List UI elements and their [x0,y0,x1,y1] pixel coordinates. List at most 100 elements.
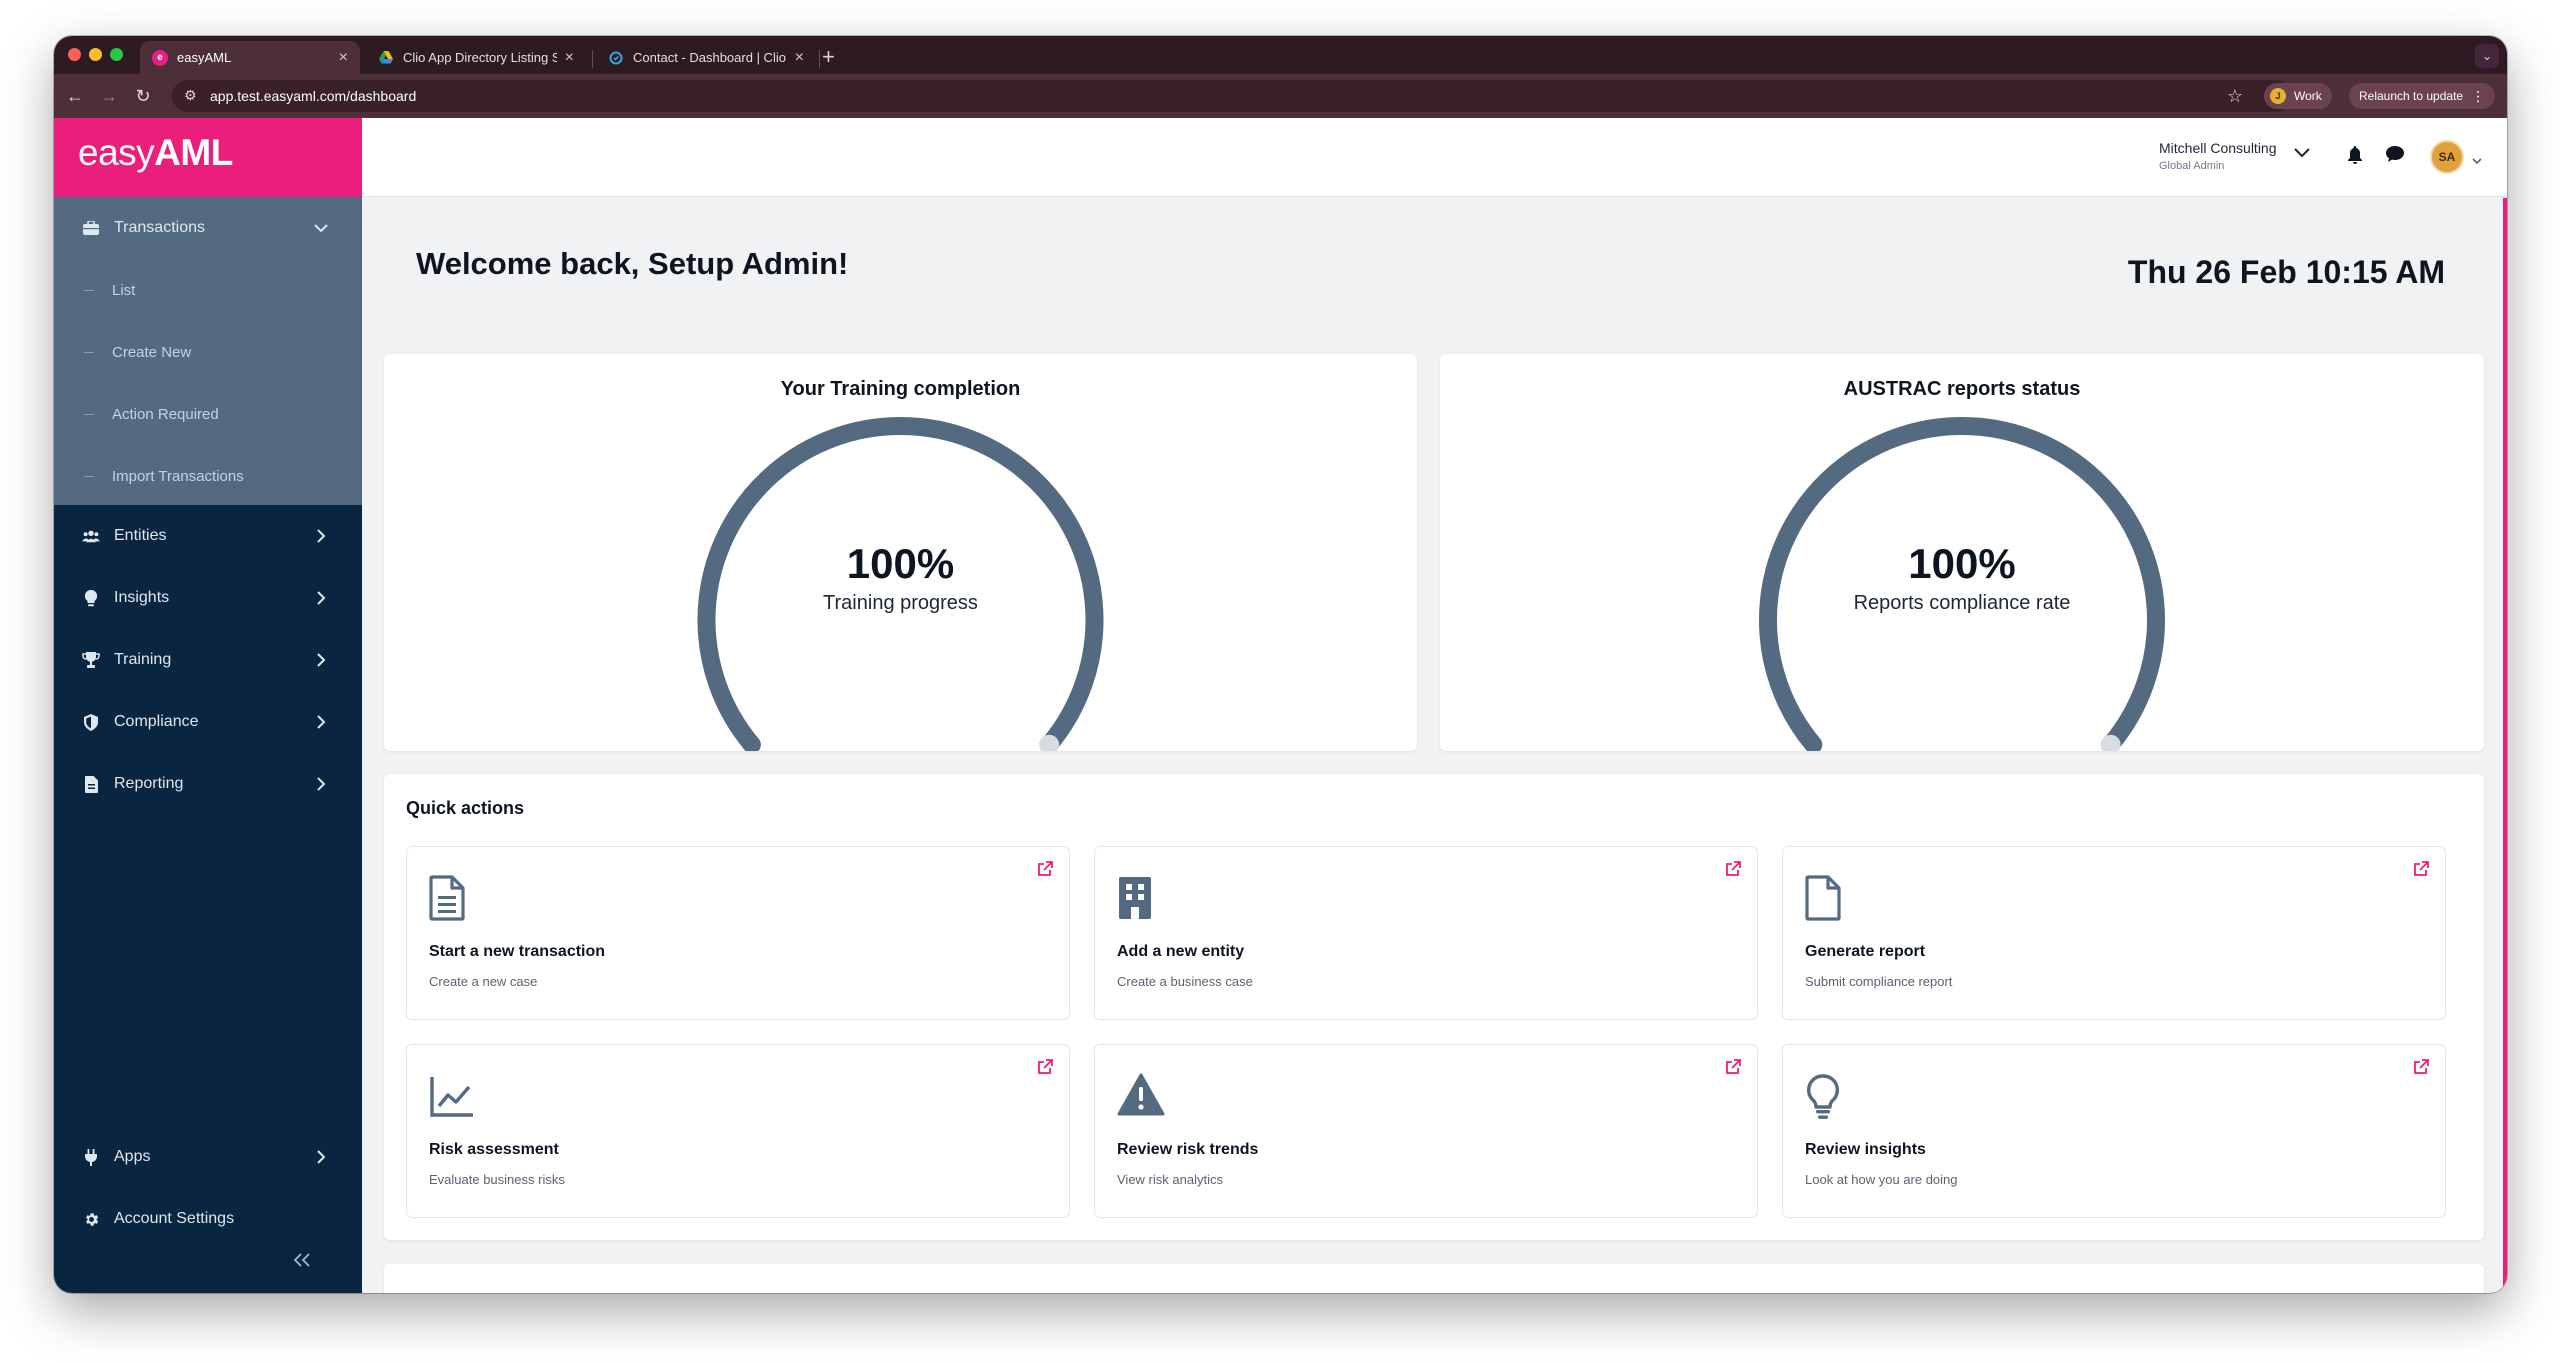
brand-header[interactable]: easyAML [54,118,362,197]
sidebar-item-training[interactable]: Training [54,629,362,691]
google-drive-favicon-icon [378,50,394,66]
site-settings-icon[interactable]: ⚙ [184,87,197,104]
external-link-icon[interactable] [2413,1059,2431,1077]
sidebar-subitem-action-required[interactable]: Action Required [54,383,362,445]
sidebar-item-compliance[interactable]: Compliance [54,691,362,753]
sidebar: easyAML Transactions List Create New Act… [54,118,362,1293]
bookmark-star-icon[interactable]: ☆ [2222,83,2248,109]
gauge-value: 100% [1908,540,2016,587]
training-completion-card: Your Training completion 100% Training p… [384,354,1417,751]
clio-favicon-icon [608,50,624,66]
gauge-value: 100% [846,540,955,587]
profile-label: Work [2294,89,2322,103]
sidebar-subitem-list[interactable]: List [54,259,362,321]
address-bar[interactable]: ⚙ app.test.easyaml.com/dashboard [172,80,2292,112]
trophy-icon [82,651,100,669]
sidebar-item-reporting[interactable]: Reporting [54,753,362,815]
browser-tab-bar: e easyAML × Clio App Directory Listing S… [54,36,2507,74]
app-header: Mitchell Consulting Global Admin SA [362,118,2507,197]
chevron-right-icon [312,651,330,669]
plug-icon [82,1148,100,1166]
chevron-down-icon[interactable] [2472,152,2484,165]
browser-tab-easyaml[interactable]: e easyAML × [140,41,360,74]
file-icon [1805,875,1845,923]
gauge-caption: Training progress [823,592,978,614]
current-datetime: Thu 26 Feb 10:15 AM [2127,254,2445,290]
users-icon [82,527,100,545]
welcome-heading: Welcome back, Setup Admin! [416,246,849,281]
close-tab-icon[interactable]: × [565,49,574,67]
austrac-reports-card: AUSTRAC reports status 100% Reports comp… [1440,354,2484,751]
easyaml-favicon-icon: e [152,49,168,66]
sidebar-subitem-import-transactions[interactable]: Import Transactions [54,445,362,507]
chevron-right-icon [312,775,330,793]
external-link-icon[interactable] [2413,861,2431,879]
quick-action-review-insights[interactable]: Review insights Look at how you are doin… [1782,1044,2446,1218]
sidebar-item-insights[interactable]: Insights [54,567,362,629]
new-tab-icon[interactable]: + [822,44,835,70]
chevron-down-icon[interactable] [2294,145,2312,163]
quick-action-add-entity[interactable]: Add a new entity Create a business case [1094,846,1758,1020]
gauge-caption: Reports compliance rate [1853,592,2071,614]
sidebar-item-apps[interactable]: Apps [54,1126,362,1188]
profile-button[interactable]: J Work [2264,83,2332,109]
organization-role: Global Admin [2159,160,2225,172]
building-icon [1117,875,1157,923]
browser-toolbar: ← → ↻ ⚙ app.test.easyaml.com/dashboard ☆… [54,74,2507,118]
collapse-sidebar-icon[interactable] [293,1247,310,1273]
window-zoom-button[interactable] [110,48,123,61]
back-arrow-icon[interactable]: ← [62,83,88,109]
close-tab-icon[interactable]: × [795,49,804,67]
dashboard-next-section [384,1264,2484,1293]
shield-icon [82,713,100,731]
line-chart-icon [429,1073,473,1121]
page-scrollbar[interactable] [2503,198,2507,1293]
address-url[interactable]: app.test.easyaml.com/dashboard [210,88,416,104]
chevron-down-icon [312,219,330,237]
more-vertical-icon[interactable]: ⋮ [2471,88,2485,105]
briefcase-icon [82,219,100,237]
browser-window: e easyAML × Clio App Directory Listing S… [54,36,2507,1293]
chevron-right-icon [312,589,330,607]
external-link-icon[interactable] [1725,1059,1743,1077]
main-content: Welcome back, Setup Admin! Thu 26 Feb 10… [362,198,2507,1293]
app-root: easyAML Transactions List Create New Act… [54,118,2507,1293]
chevron-right-icon [312,527,330,545]
close-tab-icon[interactable]: × [339,49,348,67]
document-icon [82,775,100,793]
bell-icon[interactable] [2347,146,2367,166]
forward-arrow-icon[interactable]: → [96,83,122,109]
external-link-icon[interactable] [1725,861,1743,879]
sidebar-item-entities[interactable]: Entities [54,505,362,567]
easyaml-logo: easyAML [78,132,233,173]
external-link-icon[interactable] [1037,861,1055,879]
chevron-right-icon [312,1148,330,1166]
organization-name: Mitchell Consulting [2159,140,2277,156]
organization-switcher[interactable]: Mitchell Consulting Global Admin [2159,140,2277,172]
lightbulb-icon [82,589,100,607]
window-minimize-button[interactable] [89,48,102,61]
browser-tab-clio-contact[interactable]: Contact - Dashboard | Clio × [596,41,816,74]
quick-action-generate-report[interactable]: Generate report Submit compliance report [1782,846,2446,1020]
user-avatar[interactable]: SA [2430,140,2464,174]
relaunch-button[interactable]: Relaunch to update ⋮ [2349,83,2496,109]
sidebar-item-account-settings[interactable]: Account Settings [54,1188,362,1250]
tab-search-chevron-icon[interactable]: ⌄ [2475,44,2499,68]
quick-action-start-transaction[interactable]: Start a new transaction Create a new cas… [406,846,1070,1020]
profile-avatar: J [2270,88,2286,104]
quick-actions-title: Quick actions [406,798,525,818]
lightbulb-icon [1805,1073,1845,1121]
transactions-menu-group: Transactions List Create New Action Requ… [54,197,362,505]
reload-icon[interactable]: ↻ [130,83,156,109]
sidebar-item-transactions[interactable]: Transactions [54,197,362,259]
window-close-button[interactable] [68,48,81,61]
chat-icon[interactable] [2386,146,2406,166]
relaunch-label: Relaunch to update [2359,89,2464,103]
external-link-icon[interactable] [1037,1059,1055,1077]
quick-action-risk-assessment[interactable]: Risk assessment Evaluate business risks [406,1044,1070,1218]
browser-tab-clio-directory[interactable]: Clio App Directory Listing Su × [366,41,586,74]
quick-action-review-risk-trends[interactable]: Review risk trends View risk analytics [1094,1044,1758,1218]
gear-icon [82,1210,100,1228]
sidebar-subitem-create-new[interactable]: Create New [54,321,362,383]
chevron-right-icon [312,713,330,731]
